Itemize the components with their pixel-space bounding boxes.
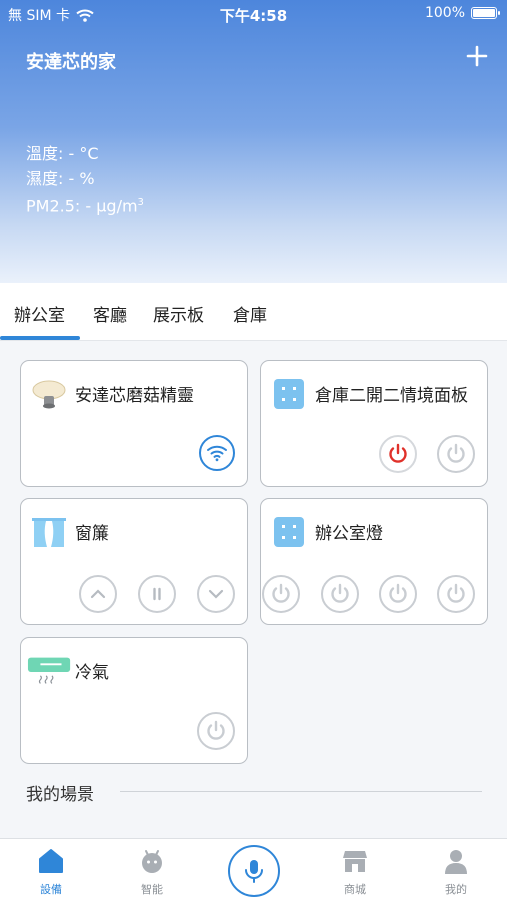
bottom-navigation: 設備 智能 商城 我的: [0, 838, 507, 900]
device-card-air-conditioner[interactable]: 冷氣: [20, 637, 248, 764]
section-divider: [120, 791, 482, 792]
user-icon: [445, 850, 467, 874]
nav-mine[interactable]: 我的: [421, 847, 491, 897]
device-name: 冷氣: [75, 663, 109, 683]
battery-percent: 100%: [424, 5, 465, 21]
air-conditioner-icon: [27, 657, 71, 684]
device-name: 辦公室燈: [315, 524, 383, 544]
device-card-scene-panel[interactable]: 倉庫二開二情境面板: [260, 360, 488, 487]
curtain-close-button[interactable]: [197, 575, 235, 613]
mushroom-lamp-icon: [32, 380, 66, 409]
light-power-button-1[interactable]: [262, 575, 300, 613]
power-icon: [389, 443, 407, 463]
environment-readings: 溫度: - °C 濕度: - % PM2.5: - µg/m3: [26, 142, 144, 219]
light-power-button-2[interactable]: [321, 575, 359, 613]
home-title[interactable]: 安達芯的家: [26, 48, 116, 74]
room-tabs: 辦公室 客廳 展示板 倉庫: [0, 283, 507, 341]
power-icon: [272, 583, 290, 603]
nav-store[interactable]: 商城: [320, 847, 390, 897]
curtain-open-button[interactable]: [79, 575, 117, 613]
wifi-icon: [207, 445, 227, 462]
curtain-pause-button[interactable]: [138, 575, 176, 613]
power-icon: [447, 583, 465, 603]
nav-label: 我的: [445, 883, 467, 896]
curtain-icon: [32, 518, 66, 547]
scenes-section-title: 我的場景: [26, 785, 94, 805]
light-power-button-4[interactable]: [437, 575, 475, 613]
power-icon: [389, 583, 407, 603]
battery-icon: [471, 7, 500, 19]
tab-office[interactable]: 辦公室: [14, 301, 65, 326]
nav-label: 智能: [141, 883, 163, 896]
power-button-2[interactable]: [437, 435, 475, 473]
robot-icon: [142, 850, 162, 873]
nav-label: 設備: [40, 883, 62, 896]
nav-devices[interactable]: 設備: [16, 847, 86, 897]
light-power-button-3[interactable]: [379, 575, 417, 613]
temperature-reading: 溫度: - °C: [26, 144, 99, 163]
tab-warehouse[interactable]: 倉庫: [233, 301, 267, 326]
voice-button[interactable]: [228, 845, 280, 897]
active-tab-indicator: [0, 336, 80, 340]
status-bar: 無 SIM 卡 下午4:58 100%: [0, 0, 507, 28]
scene-panel-icon: [274, 379, 304, 409]
microphone-icon: [245, 860, 263, 883]
power-icon: [207, 720, 225, 740]
add-icon[interactable]: [465, 44, 489, 68]
pm25-reading: PM2.5: - µg/m3: [26, 196, 144, 216]
humidity-reading: 濕度: - %: [26, 168, 95, 188]
tab-living-room[interactable]: 客廳: [93, 301, 127, 326]
power-icon: [447, 443, 465, 463]
wifi-status-button[interactable]: [199, 435, 235, 471]
nav-smart[interactable]: 智能: [117, 847, 187, 897]
device-name: 倉庫二開二情境面板: [315, 386, 468, 406]
device-name: 安達芯磨菇精靈: [75, 386, 194, 406]
device-card-curtain[interactable]: 窗簾: [20, 498, 248, 625]
tab-display-board[interactable]: 展示板: [153, 301, 204, 326]
home-icon: [39, 849, 63, 873]
power-icon: [331, 583, 349, 603]
chevron-down-icon: [208, 589, 224, 599]
ac-power-button[interactable]: [197, 712, 235, 750]
pause-icon: [153, 587, 161, 601]
nav-label: 商城: [344, 883, 366, 896]
power-button-1[interactable]: [379, 435, 417, 473]
switch-panel-icon: [274, 517, 304, 547]
store-icon: [343, 851, 367, 872]
device-card-office-light[interactable]: 辦公室燈: [260, 498, 488, 625]
device-name: 窗簾: [75, 524, 109, 544]
chevron-up-icon: [90, 589, 106, 599]
device-card-mushroom[interactable]: 安達芯磨菇精靈: [20, 360, 248, 487]
